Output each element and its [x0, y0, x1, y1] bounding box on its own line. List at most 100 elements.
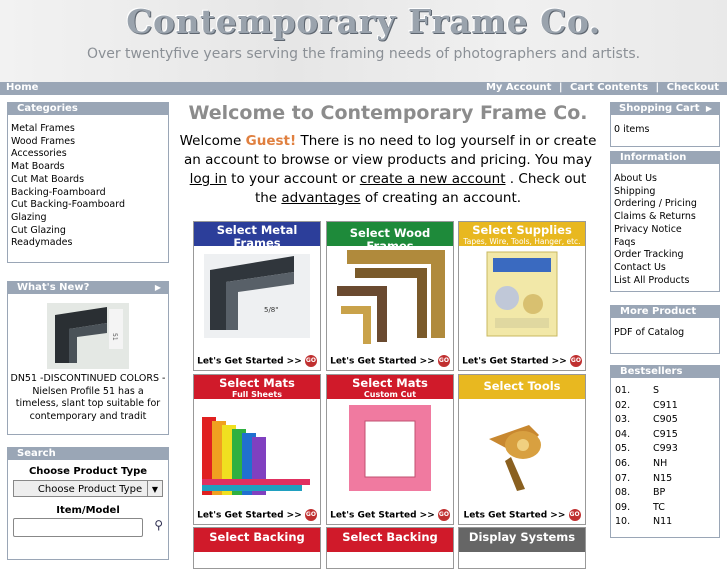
bestseller-name[interactable]: NH — [653, 458, 667, 469]
tile-footer: Lets Get Started >> GO — [459, 509, 585, 521]
bestseller-item[interactable]: 01. S — [611, 384, 719, 399]
product-type-select[interactable]: Choose Product Type ▼ — [13, 480, 163, 497]
bestseller-name[interactable]: C915 — [653, 429, 678, 440]
whats-new-body: 51 DN51 -DISCONTINUED COLORS - Nielsen P… — [7, 294, 169, 435]
metal-frames-tile[interactable]: Select Metal Frames House Brand, Nielsen… — [193, 221, 321, 371]
bestseller-name[interactable]: N11 — [653, 516, 672, 527]
wood-frame-image — [335, 250, 445, 346]
arrow-right-icon[interactable]: ▶ — [155, 281, 161, 294]
info-link[interactable]: List All Products — [611, 275, 719, 288]
tile-header: Select Wood Frames — [327, 222, 453, 253]
tile-cta: Let's Get Started >> — [197, 510, 302, 521]
whats-new-heading[interactable]: What's New? ▶ — [7, 281, 169, 294]
bestseller-rank: 09. — [615, 501, 631, 513]
bestseller-name[interactable]: S — [653, 385, 659, 396]
bestseller-item[interactable]: 10. N11 — [611, 515, 719, 530]
tile-header: Select Metal Frames House Brand, Nielsen — [194, 222, 320, 259]
tile-footer: Let's Get Started >> GO — [327, 355, 453, 367]
bestseller-name[interactable]: C993 — [653, 443, 678, 454]
tape-gun-image — [489, 425, 541, 491]
bestseller-item[interactable]: 03. C905 — [611, 413, 719, 428]
cut-backing-tile[interactable]: Select Backing — [326, 527, 454, 569]
info-link[interactable]: Shipping — [611, 186, 719, 199]
tile-cta: Let's Get Started >> — [462, 356, 567, 367]
nav-cart-contents-link[interactable]: Cart Contents — [570, 82, 648, 93]
bestseller-name[interactable]: N15 — [653, 473, 672, 484]
site-header: Contemporary Frame Co. Over twentyfive y… — [0, 0, 727, 82]
wood-frames-tile[interactable]: Select Wood Frames Let's Get Started >> … — [326, 221, 454, 371]
nav-checkout-link[interactable]: Checkout — [667, 82, 719, 93]
guest-label: Guest! — [245, 133, 297, 149]
nav-home-link[interactable]: Home — [6, 82, 38, 93]
go-button-icon[interactable]: GO — [569, 355, 582, 367]
category-link[interactable]: Mat Boards — [8, 161, 168, 174]
full-sheet-mats-tile[interactable]: Select Mats Full Sheets Let's Get Starte… — [193, 374, 321, 525]
whats-new-description[interactable]: DN51 -DISCONTINUED COLORS - Nielsen Prof… — [10, 373, 166, 423]
bestseller-item[interactable]: 05. C993 — [611, 442, 719, 457]
tools-tile[interactable]: Select Tools Lets Get Started >> GO — [458, 374, 586, 525]
category-link[interactable]: Cut Backing-Foamboard — [8, 199, 168, 212]
info-link[interactable]: About Us — [611, 173, 719, 186]
custom-cut-mats-tile[interactable]: Select Mats Custom Cut Let's Get Started… — [326, 374, 454, 525]
search-box: Search Choose Product Type Choose Produc… — [7, 447, 169, 560]
cart-content[interactable]: 0 items — [610, 115, 720, 147]
bestseller-item[interactable]: 09. TC — [611, 501, 719, 516]
go-button-icon[interactable]: GO — [304, 509, 317, 521]
create-account-link[interactable]: create a new account — [360, 171, 506, 187]
bestseller-name[interactable]: BP — [653, 487, 665, 498]
go-button-icon[interactable]: GO — [304, 355, 317, 367]
category-link[interactable]: Cut Glazing — [8, 225, 168, 238]
tile-subtitle: Full Sheets — [232, 390, 282, 399]
info-link[interactable]: Privacy Notice — [611, 224, 719, 237]
tile-subtitle: Custom Cut — [363, 390, 417, 399]
site-tagline: Over twentyfive years serving the framin… — [86, 46, 641, 62]
bestsellers-heading: Bestsellers — [610, 365, 720, 378]
item-model-label: Item/Model — [56, 505, 120, 516]
info-link[interactable]: Order Tracking — [611, 249, 719, 262]
category-link[interactable]: Metal Frames — [8, 123, 168, 136]
category-link[interactable]: Glazing — [8, 212, 168, 225]
tile-title: Select Supplies — [472, 223, 572, 237]
info-link[interactable]: Ordering / Pricing — [611, 198, 719, 211]
shopping-cart-box: Shopping Cart ▶ 0 items — [610, 102, 720, 147]
info-link[interactable]: Contact Us — [611, 262, 719, 275]
info-link[interactable]: Faqs — [611, 237, 719, 250]
login-link[interactable]: log in — [190, 171, 227, 187]
product-image[interactable]: 51 — [47, 303, 129, 369]
product-type-value: Choose Product Type — [37, 484, 143, 495]
search-icon[interactable]: ⚲ — [154, 518, 163, 532]
bestseller-name[interactable]: C911 — [653, 400, 678, 411]
bestseller-name[interactable]: TC — [653, 502, 665, 513]
bestseller-item[interactable]: 07. N15 — [611, 472, 719, 487]
display-systems-tile[interactable]: Display Systems — [458, 527, 586, 569]
category-link[interactable]: Accessories — [8, 148, 168, 161]
supplies-tile[interactable]: Select Supplies Tapes, Wire, Tools, Hang… — [458, 221, 586, 371]
arrow-right-icon[interactable]: ▶ — [706, 102, 712, 115]
chevron-down-icon[interactable]: ▼ — [147, 481, 162, 496]
tile-cta: Let's Get Started >> — [330, 356, 435, 367]
bestseller-name[interactable]: C905 — [653, 414, 678, 425]
go-button-icon[interactable]: GO — [568, 509, 581, 521]
go-button-icon[interactable]: GO — [437, 509, 450, 521]
nav-my-account-link[interactable]: My Account — [486, 82, 551, 93]
category-link[interactable]: Cut Mat Boards — [8, 174, 168, 187]
go-button-icon[interactable]: GO — [437, 355, 450, 367]
advantages-link[interactable]: advantages — [281, 190, 360, 206]
bestseller-item[interactable]: 04. C915 — [611, 428, 719, 443]
category-link[interactable]: Wood Frames — [8, 136, 168, 149]
more-info-box: More Product Info PDF of Catalog — [610, 305, 720, 354]
tile-footer: Let's Get Started >> GO — [194, 509, 320, 521]
svg-text:5/8": 5/8" — [264, 306, 279, 314]
shopping-cart-heading[interactable]: Shopping Cart ▶ — [610, 102, 720, 115]
backing-tile[interactable]: Select Backing — [193, 527, 321, 569]
bestseller-item[interactable]: 02. C911 — [611, 399, 719, 414]
whats-new-title: What's New? — [17, 282, 90, 293]
bestseller-item[interactable]: 06. NH — [611, 457, 719, 472]
category-link[interactable]: Backing-Foamboard — [8, 187, 168, 200]
item-model-input[interactable] — [13, 518, 143, 537]
right-column: Shopping Cart ▶ 0 items Information Abou… — [610, 102, 720, 538]
bestseller-item[interactable]: 08. BP — [611, 486, 719, 501]
site-logo[interactable]: Contemporary Frame Co. — [0, 2, 727, 41]
category-link[interactable]: Readymades — [8, 237, 168, 250]
info-link[interactable]: Claims & Returns — [611, 211, 719, 224]
